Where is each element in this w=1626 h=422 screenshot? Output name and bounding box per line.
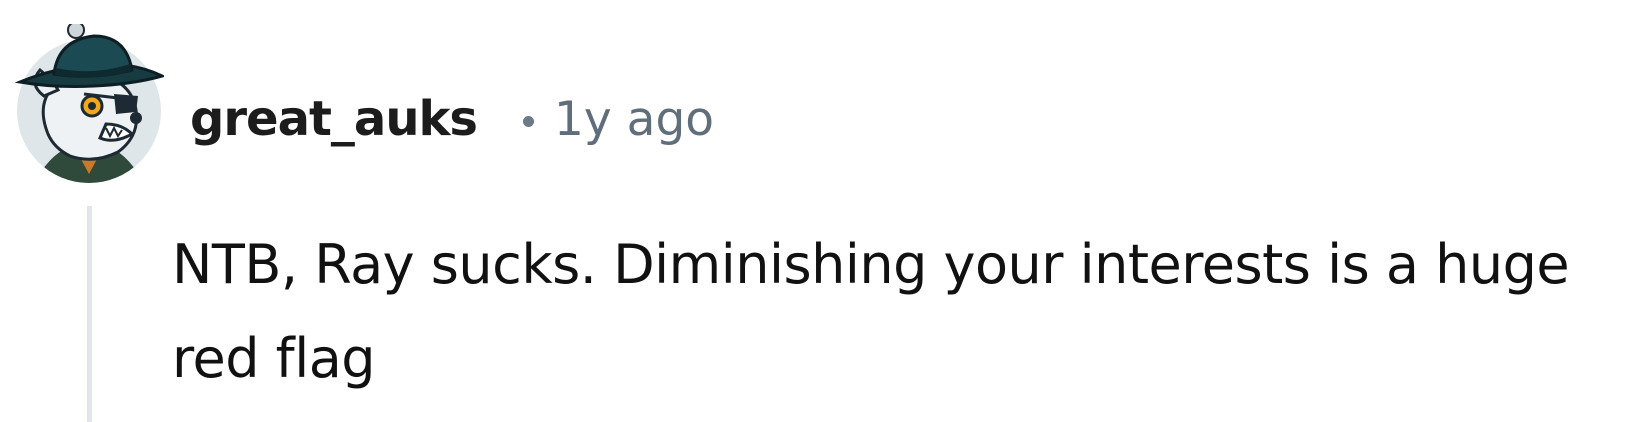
username-link[interactable]: great_auks xyxy=(190,91,478,147)
avatar-wolf-in-hat-icon xyxy=(14,24,164,183)
user-avatar[interactable] xyxy=(14,24,164,186)
comment: great_auks 1y ago NTB, Ray sucks. Dimini… xyxy=(0,0,1626,422)
comment-header: great_auks 1y ago xyxy=(190,84,714,154)
timestamp-link[interactable]: 1y ago xyxy=(554,92,714,147)
separator-dot-icon xyxy=(522,115,534,127)
collapse-thread-line[interactable] xyxy=(87,206,92,422)
comment-body: NTB, Ray sucks. Diminishing your interes… xyxy=(172,233,1570,390)
